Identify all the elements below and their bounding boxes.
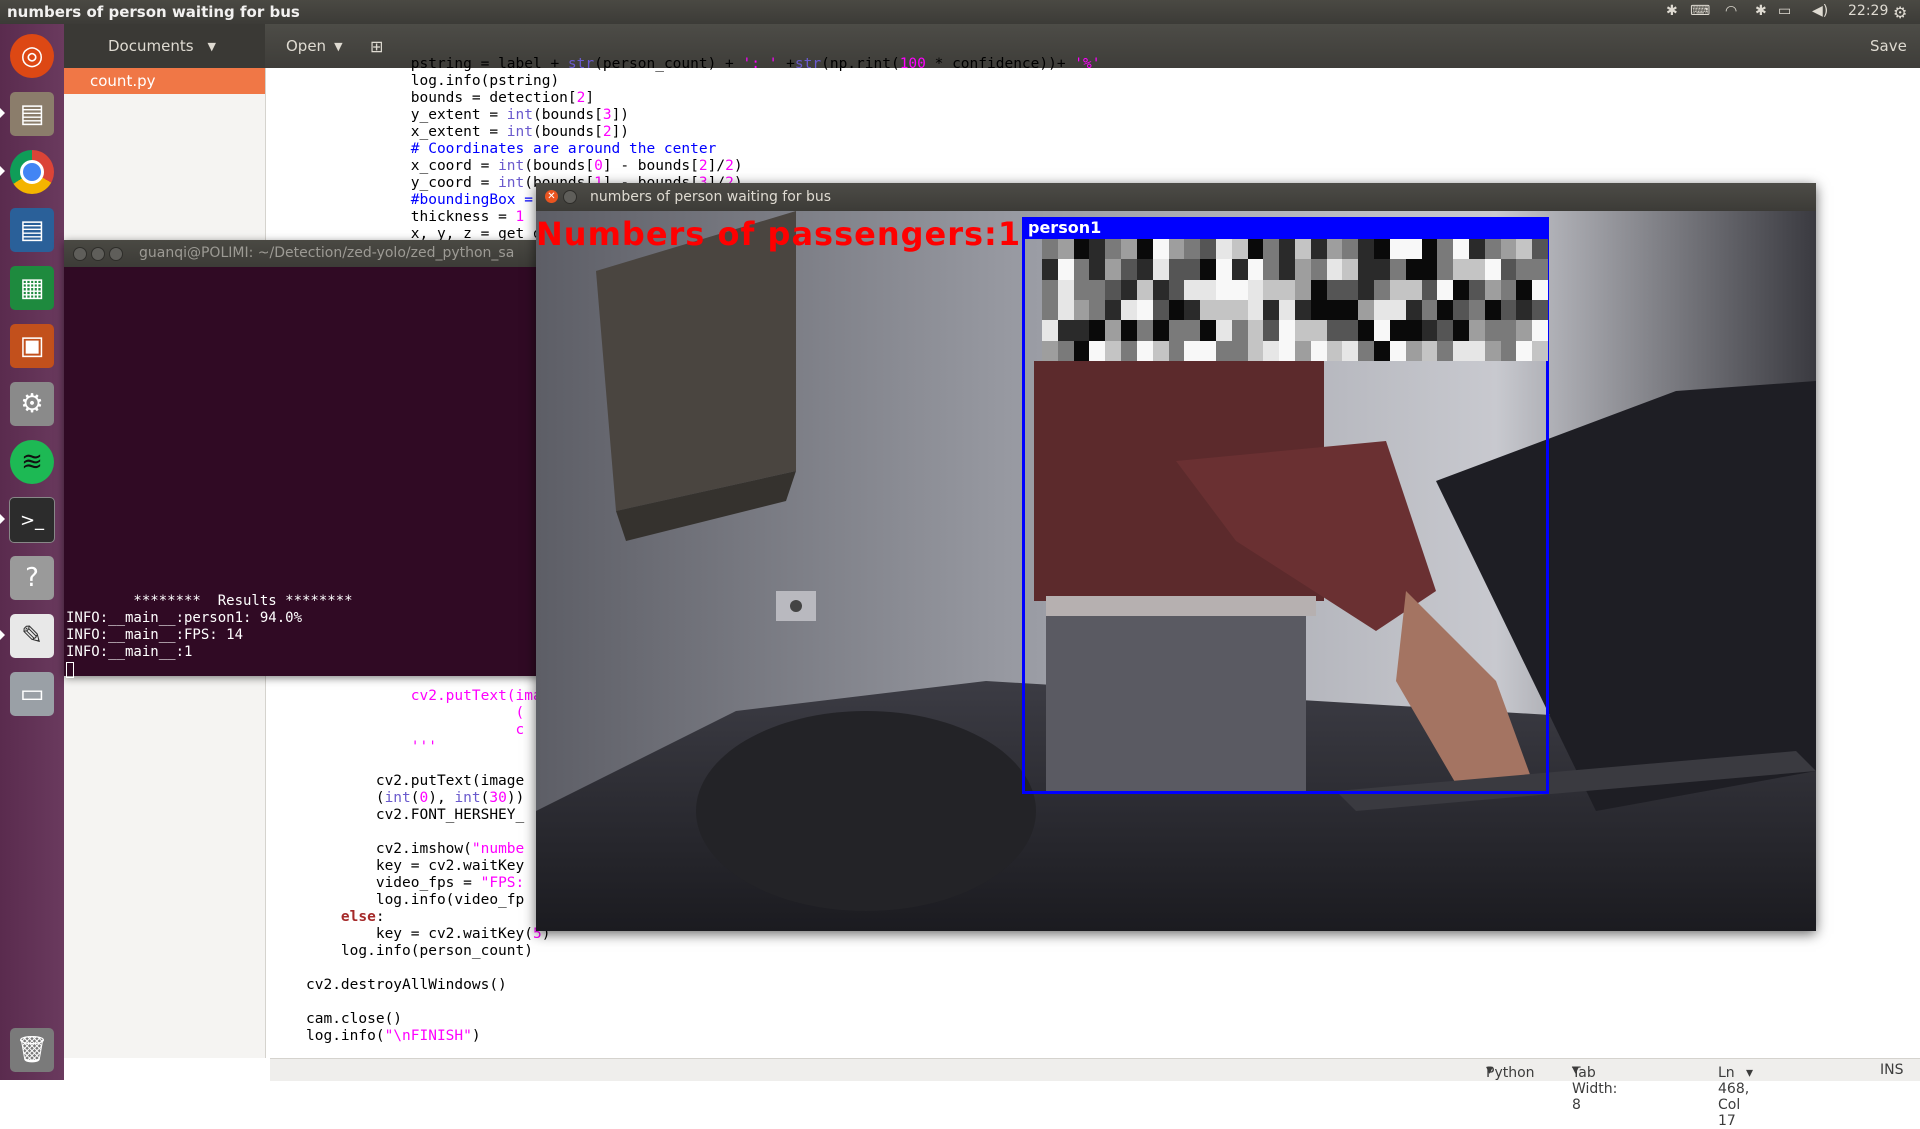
- open-label: Open: [286, 37, 327, 55]
- drive-icon[interactable]: ▭: [6, 668, 58, 720]
- code-line: pstring = label + str(person_count) + ':…: [410, 56, 1101, 72]
- code-line: x_coord = int(bounds[0] - bounds[2]/2): [410, 158, 743, 174]
- code-line: log.info("\nFINISH"): [306, 1028, 481, 1044]
- terminal-line: ******** Results ********: [66, 593, 353, 609]
- code-line: bounds = detection[2]: [410, 90, 595, 106]
- code-line: else:: [340, 909, 385, 925]
- clock[interactable]: 22:29: [1848, 3, 1888, 19]
- minimize-icon[interactable]: [91, 247, 105, 261]
- code-line: (int(0), int(30)): [375, 790, 525, 806]
- trash-icon[interactable]: 🗑: [6, 1024, 58, 1076]
- system-settings-icon[interactable]: ⚙: [6, 378, 58, 430]
- chevron-down-icon: ▼: [207, 39, 216, 53]
- active-window-title: numbers of person waiting for bus: [7, 3, 300, 21]
- terminal-icon[interactable]: >_: [6, 494, 58, 546]
- writer-icon[interactable]: ▤: [6, 204, 58, 256]
- session-gear-icon[interactable]: ⚙: [1893, 3, 1907, 22]
- top-panel: numbers of person waiting for bus ✱ ⌨ ◠ …: [0, 0, 1920, 24]
- maximize-icon[interactable]: [109, 247, 123, 261]
- code-line: cv2.imshow("numbe: [375, 841, 525, 857]
- code-line: log.info(person_count): [340, 943, 533, 959]
- documents-label: Documents: [108, 37, 194, 55]
- code-line: cam.close(): [306, 1011, 403, 1027]
- terminal-window[interactable]: guanqi@POLIMI: ~/Detection/zed-yolo/zed_…: [64, 240, 540, 678]
- documents-dropdown[interactable]: Documents ▼: [108, 24, 216, 68]
- code-line: log.info(pstring): [410, 73, 560, 89]
- opencv-window[interactable]: ✕ numbers of person waiting for bus Numb…: [536, 183, 1816, 931]
- terminal-output[interactable]: ******** Results ******** INFO:__main__:…: [64, 267, 540, 678]
- volume-icon[interactable]: ◀): [1812, 3, 1828, 19]
- text-editor-icon[interactable]: ✎: [6, 610, 58, 662]
- code-line: thickness = 1: [410, 209, 525, 225]
- terminal-line: INFO:__main__:1: [66, 644, 193, 660]
- code-line: cv2.destroyAllWindows(): [306, 977, 507, 993]
- sidebar-header: Documents ▼: [64, 24, 265, 68]
- battery-icon[interactable]: ▭: [1778, 3, 1791, 19]
- wifi-icon[interactable]: ◠: [1725, 3, 1737, 19]
- status-bar: Python ▾ Tab Width: 8 ▾ Ln 468, Col 17 ▾…: [270, 1058, 1920, 1129]
- code-line: (: [515, 705, 525, 721]
- terminal-line: INFO:__main__:person1: 94.0%: [66, 610, 303, 626]
- terminal-title: guanqi@POLIMI: ~/Detection/zed-yolo/zed_…: [139, 245, 515, 261]
- spotify-icon[interactable]: ≋: [6, 436, 58, 488]
- chevron-down-icon: ▼: [334, 39, 343, 53]
- terminal-titlebar: guanqi@POLIMI: ~/Detection/zed-yolo/zed_…: [64, 240, 540, 267]
- code-line: cv2.FONT_HERSHEY_: [375, 807, 525, 823]
- code-line: # Coordinates are around the center: [410, 141, 717, 157]
- detection-label: person1: [1022, 217, 1549, 239]
- ubuntu-dash-icon[interactable]: ◎: [6, 30, 58, 82]
- close-icon[interactable]: [73, 247, 87, 261]
- code-line: ''': [410, 739, 437, 755]
- code-line: key = cv2.waitKey: [375, 858, 525, 874]
- code-line: key = cv2.waitKey(5): [375, 926, 551, 942]
- passenger-count-overlay: Numbers of passengers:1: [536, 215, 1022, 253]
- minimize-icon[interactable]: [563, 190, 577, 204]
- impress-icon[interactable]: ▣: [6, 320, 58, 372]
- launcher: ◎ ▤ ▤ ▦ ▣ ⚙ ≋ >_ ? ✎ ▭ 🗑: [0, 24, 64, 1080]
- code-line: cv2.putText(image: [410, 688, 560, 704]
- tab-width-selector[interactable]: Tab Width: 8 ▾: [1572, 1062, 1617, 1113]
- sidebar-item-count-py[interactable]: count.py: [64, 68, 265, 94]
- code-line: video_fps = "FPS:: [375, 875, 525, 891]
- code-line: c: [515, 722, 525, 738]
- face-mosaic: [1042, 239, 1548, 361]
- camera-frame: Numbers of passengers:1 person1: [536, 211, 1816, 931]
- code-line: cv2.putText(image: [375, 773, 525, 789]
- code-line: y_extent = int(bounds[3]): [410, 107, 630, 123]
- close-icon[interactable]: ✕: [545, 190, 558, 203]
- files-icon[interactable]: ▤: [6, 88, 58, 140]
- chrome-icon[interactable]: [6, 146, 58, 198]
- code-line: x_extent = int(bounds[2]): [410, 124, 630, 140]
- save-button[interactable]: Save: [1870, 24, 1907, 68]
- bluetooth-status-icon[interactable]: ✱: [1755, 3, 1767, 19]
- bluetooth-icon[interactable]: ✱: [1666, 3, 1678, 19]
- terminal-cursor: [66, 662, 74, 678]
- terminal-line: INFO:__main__:FPS: 14: [66, 627, 244, 643]
- code-line: log.info(video_fp: [375, 892, 525, 908]
- help-icon[interactable]: ?: [6, 552, 58, 604]
- insert-mode: INS: [1880, 1062, 1904, 1078]
- language-selector[interactable]: Python ▾: [1486, 1062, 1535, 1081]
- keyboard-icon[interactable]: ⌨: [1690, 3, 1710, 19]
- opencv-window-title: numbers of person waiting for bus: [590, 189, 832, 205]
- opencv-titlebar: ✕ numbers of person waiting for bus: [536, 183, 1816, 211]
- calc-icon[interactable]: ▦: [6, 262, 58, 314]
